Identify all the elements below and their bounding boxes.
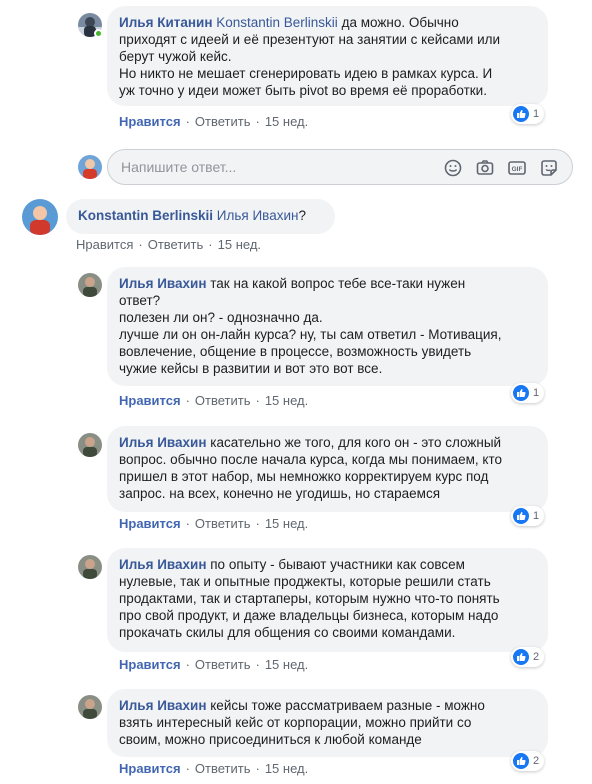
svg-text:GIF: GIF (512, 166, 523, 173)
comment-text: Но никто не мешает сгенерировать идею в … (119, 66, 493, 81)
like-button[interactable]: Нравится (76, 237, 133, 252)
comment-actions: Нравится · Ответить · 15 нед. (119, 516, 309, 531)
timestamp[interactable]: 15 нед. (265, 657, 308, 672)
comment-actions: Нравится · Ответить · 15 нед. (119, 393, 309, 408)
comment-text: ответ? (119, 293, 161, 308)
like-button[interactable]: Нравится (119, 393, 181, 408)
like-reaction-icon (513, 385, 529, 401)
mention-link[interactable]: Илья Ивахин (217, 208, 299, 223)
smiley-icon[interactable] (443, 158, 463, 178)
reaction-number: 2 (533, 651, 540, 663)
reply-button[interactable]: Ответить (148, 237, 204, 252)
reaction-number: 2 (533, 755, 540, 767)
reply-input[interactable] (121, 150, 421, 184)
comment-author[interactable]: Илья Ивахин (119, 435, 207, 450)
avatar[interactable] (78, 433, 102, 457)
reply-button[interactable]: Ответить (195, 657, 251, 672)
reaction-count[interactable]: 1 (511, 383, 545, 403)
comment-author[interactable]: Илья Ивахин (119, 698, 207, 713)
comment-bubble: Илья Ивахин так на какой вопрос тебе все… (107, 267, 548, 386)
comment-text: уж точно у идеи может быть pivot во врем… (119, 83, 487, 98)
comment-author[interactable]: Илья Китанин (119, 15, 212, 30)
comment-text: вопрос. обычно после начала курса, когда… (119, 452, 503, 467)
comment-bubble: Konstantin Berlinskii Илья Ивахин? (66, 199, 335, 234)
timestamp[interactable]: 15 нед. (265, 114, 308, 129)
comment-text: ? (298, 208, 306, 223)
timestamp[interactable]: 15 нед. (265, 516, 308, 531)
reaction-count[interactable]: 2 (511, 647, 545, 667)
comment-text: кейсы тоже рассматриваем разные - можно (206, 698, 485, 713)
sticker-icon[interactable] (539, 158, 559, 178)
comment-bubble: Илья Китанин Konstantin Berlinskii да мо… (107, 6, 548, 106)
comment-author[interactable]: Илья Ивахин (119, 276, 207, 291)
reaction-count[interactable]: 1 (511, 506, 545, 526)
comment-text: по опыту - бывают участники как совсем (206, 557, 465, 572)
comment-text: приходят с идеей и её презентуют на заня… (119, 32, 501, 47)
like-button[interactable]: Нравится (119, 114, 181, 129)
comment-author[interactable]: Konstantin Berlinskii (78, 208, 213, 223)
comment-actions: Нравится · Ответить · 15 нед. (119, 761, 309, 776)
comment-text: своим, можно присоединиться к любой кома… (119, 732, 422, 747)
timestamp[interactable]: 15 нед. (265, 393, 308, 408)
comment-text: вовлечение, общение в процессе, возможно… (119, 344, 472, 359)
reaction-number: 1 (533, 510, 540, 522)
comment-text: прокачать скилы для общения со своими ко… (119, 625, 456, 640)
reply-button[interactable]: Ответить (195, 761, 251, 776)
comment-text: касательно же того, для кого он - это сл… (206, 435, 502, 450)
comment-actions: Нравится · Ответить · 15 нед. (76, 237, 262, 252)
comment-text: берут чужой кейс. (119, 49, 232, 64)
comment-text: да можно. Обычно (337, 15, 459, 30)
reaction-number: 1 (533, 108, 540, 120)
avatar[interactable] (22, 199, 58, 235)
comment-author[interactable]: Илья Ивахин (119, 557, 207, 572)
like-reaction-icon (513, 649, 529, 665)
reaction-count[interactable]: 2 (511, 751, 545, 771)
comment-text: нулевые, так и опытные проджекты, которы… (119, 574, 491, 589)
comment-text: взять интересный кейс от корпорации, мож… (119, 715, 472, 730)
reply-button[interactable]: Ответить (195, 114, 251, 129)
current-user-avatar[interactable] (78, 155, 102, 179)
comment-text: полезен ли он? - однозначно да. (119, 310, 323, 325)
comment-text: запрос. на всех, конечно не угодишь, но … (119, 486, 441, 501)
reaction-count[interactable]: 1 (511, 104, 545, 124)
comment-text: чужие кейсы в развитии и вот это вот все… (119, 361, 383, 376)
like-reaction-icon (513, 508, 529, 524)
avatar[interactable] (78, 695, 102, 719)
like-button[interactable]: Нравится (119, 516, 181, 531)
mention-link[interactable]: Konstantin Berlinskii (216, 15, 338, 30)
camera-icon[interactable] (475, 158, 495, 178)
reply-button[interactable]: Ответить (195, 516, 251, 531)
like-button[interactable]: Нравится (119, 761, 181, 776)
timestamp[interactable]: 15 нед. (218, 237, 261, 252)
comment-actions: Нравится · Ответить · 15 нед. (119, 114, 309, 129)
online-status-indicator (94, 29, 103, 38)
reply-button[interactable]: Ответить (195, 393, 251, 408)
comment-text: пришел в этот набор, мы немножко коррект… (119, 469, 489, 484)
like-reaction-icon (513, 753, 529, 769)
comment-text: так на какой вопрос тебе все-таки нужен (206, 276, 466, 291)
reaction-number: 1 (533, 387, 540, 399)
comment-text: про свой продукт, и даже владельцы бизне… (119, 608, 499, 623)
avatar[interactable] (78, 555, 102, 579)
reply-composer[interactable]: GIF (107, 149, 573, 185)
gif-icon[interactable]: GIF (507, 158, 527, 178)
comment-bubble: Илья Ивахин касательно же того, для кого… (107, 426, 548, 512)
like-reaction-icon (513, 106, 529, 122)
timestamp[interactable]: 15 нед. (265, 761, 308, 776)
avatar[interactable] (78, 273, 102, 297)
comment-bubble: Илья Ивахин по опыту - бывают участники … (107, 548, 548, 652)
comment-bubble: Илья Ивахин кейсы тоже рассматриваем раз… (107, 689, 548, 757)
comment-actions: Нравится · Ответить · 15 нед. (119, 657, 309, 672)
comment-text: продактами, так и стартаперы, которым ну… (119, 591, 500, 606)
comment-text: лучше ли он он-лайн курса? ну, ты сам от… (119, 327, 502, 342)
like-button[interactable]: Нравится (119, 657, 181, 672)
